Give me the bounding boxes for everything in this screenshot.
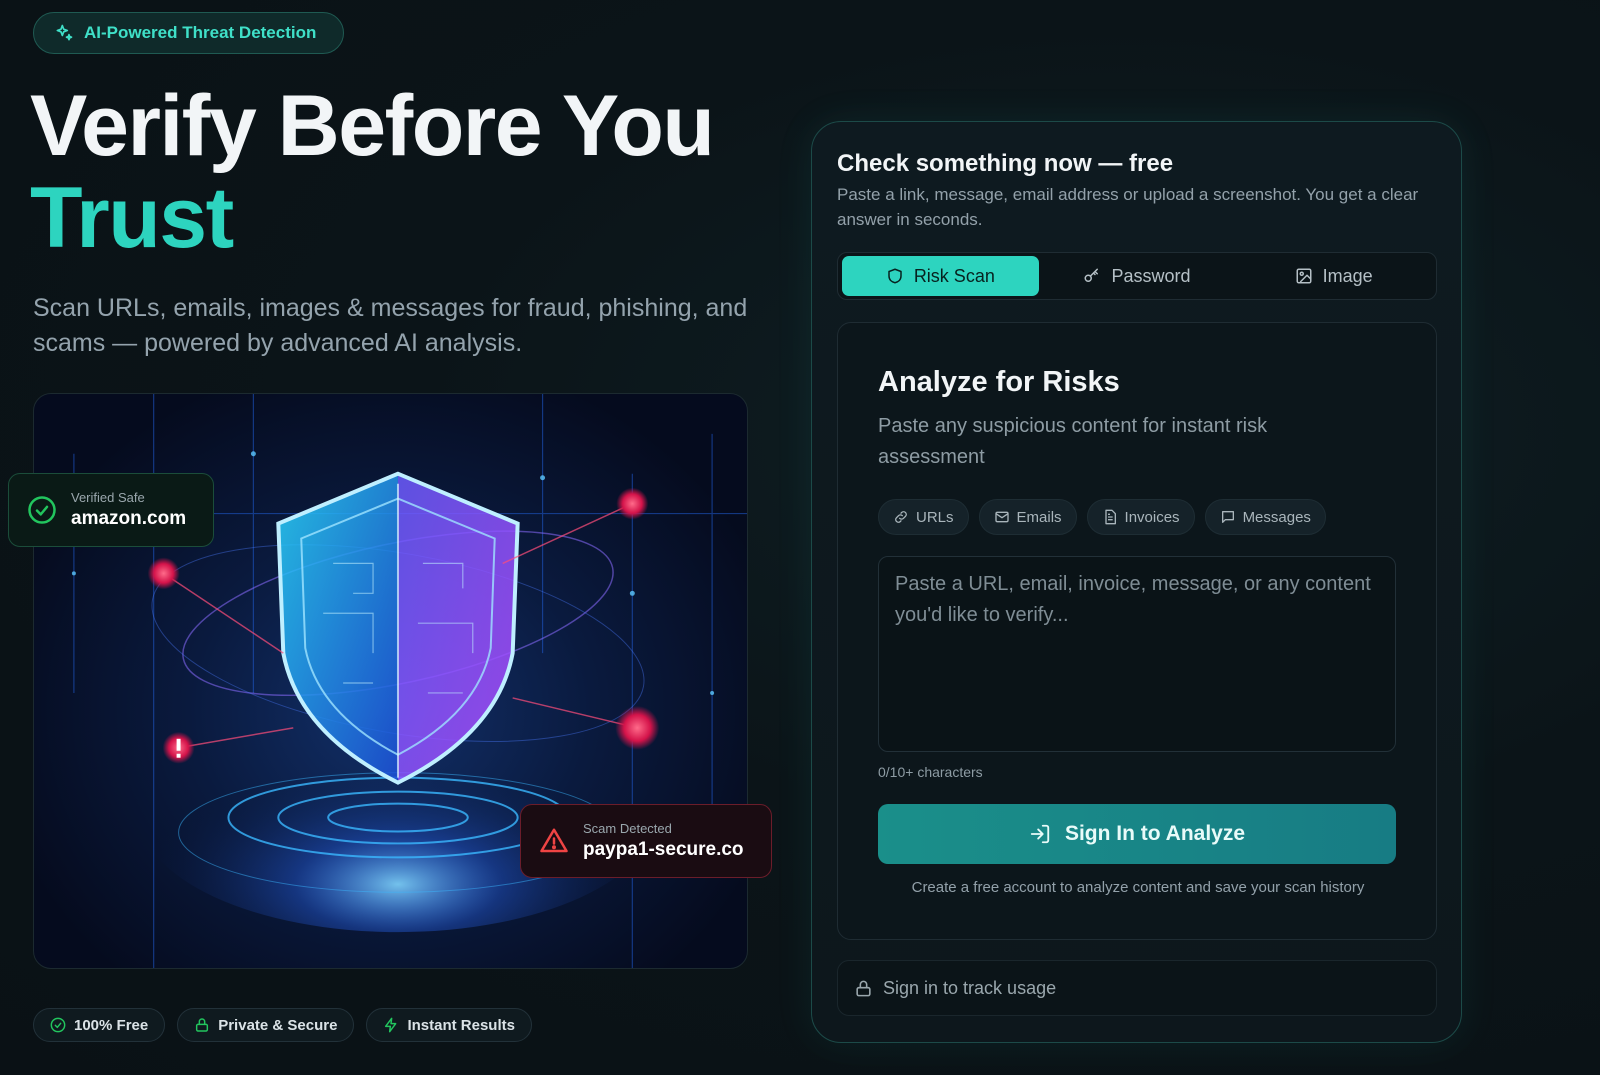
chip-invoices-label: Invoices: [1124, 508, 1180, 526]
check-circle-icon: [28, 496, 56, 524]
tab-image[interactable]: Image: [1235, 256, 1432, 296]
scam-detected-card: Scam Detected paypa1-secure.co: [520, 804, 772, 878]
chip-emails-label: Emails: [1016, 508, 1062, 526]
pill-free: 100% Free: [33, 1008, 166, 1042]
hero-title-accent: Trust: [30, 170, 234, 266]
pill-private: Private & Secure: [177, 1008, 355, 1042]
usage-label: Sign in to track usage: [883, 977, 1057, 998]
tab-password[interactable]: Password: [1039, 256, 1236, 296]
analyze-title: Analyze for Risks: [878, 366, 1120, 398]
lock-icon: [856, 980, 871, 996]
cta-note: Create a free account to analyze content…: [911, 879, 1365, 896]
pill-instant-label: Instant Results: [407, 1016, 515, 1034]
badge-label: AI-Powered Threat Detection: [84, 23, 317, 42]
link-icon: [895, 511, 907, 523]
sparkles-icon: [56, 24, 73, 41]
character-counter: 0/10+ characters: [878, 764, 983, 780]
content-type-chips: URLs Emails Invoices Messages: [878, 499, 1326, 535]
analyze-description: Paste any suspicious content for instant…: [878, 415, 1268, 468]
message-icon: [1221, 511, 1234, 523]
mail-icon: [994, 511, 1009, 523]
sign-in-to-analyze-button[interactable]: Sign In to Analyze: [878, 804, 1396, 864]
panel-description: Paste a link, message, email address or …: [837, 185, 1419, 229]
warning-triangle-icon: [540, 828, 568, 853]
pill-instant: Instant Results: [366, 1008, 532, 1042]
verified-safe-card: Verified Safe amazon.com: [8, 473, 214, 547]
chip-urls[interactable]: URLs: [878, 499, 969, 535]
document-icon: [1104, 509, 1116, 525]
safe-card-label: Verified Safe: [71, 490, 145, 505]
usage-tracker[interactable]: Sign in to track usage: [837, 960, 1437, 1016]
chip-urls-label: URLs: [916, 508, 954, 526]
pill-free-label: 100% Free: [74, 1016, 149, 1034]
chip-messages-label: Messages: [1242, 508, 1311, 526]
panel-title: Check something now — free: [837, 150, 1174, 177]
check-panel: Check something now — free Paste a link,…: [811, 121, 1462, 1043]
key-icon: [1084, 268, 1099, 282]
analyze-section: Analyze for Risks Paste any suspicious c…: [837, 322, 1437, 940]
hero-title: Verify Before You Trust: [30, 80, 790, 264]
chip-invoices[interactable]: Invoices: [1086, 499, 1195, 535]
chip-emails[interactable]: Emails: [978, 499, 1077, 535]
image-icon: [1296, 268, 1312, 284]
login-icon: [1030, 824, 1050, 844]
lightning-icon: [385, 1017, 397, 1033]
safe-card-domain: amazon.com: [71, 508, 187, 529]
scam-card-domain: paypa1-secure.co: [583, 839, 744, 860]
hero-title-line1: Verify Before You: [30, 78, 715, 174]
lock-icon: [196, 1018, 209, 1032]
trust-pills: 100% Free Private & Secure Instant Resul…: [33, 1008, 532, 1042]
tab-image-label: Image: [1322, 265, 1373, 286]
cta-label: Sign In to Analyze: [1064, 822, 1246, 845]
hero-subtitle: Scan URLs, emails, images & messages for…: [33, 294, 748, 357]
tab-risk-scan-label: Risk Scan: [913, 265, 995, 286]
mode-tabs: Risk Scan Password Image: [837, 252, 1437, 300]
chip-messages[interactable]: Messages: [1204, 499, 1326, 535]
content-input[interactable]: [878, 556, 1396, 752]
scam-card-label: Scam Detected: [583, 821, 672, 836]
tab-password-label: Password: [1111, 265, 1191, 286]
pill-private-label: Private & Secure: [218, 1016, 338, 1034]
tab-risk-scan[interactable]: Risk Scan: [842, 256, 1039, 296]
check-circle-icon: [50, 1017, 66, 1033]
shield-icon: [888, 268, 902, 284]
ai-badge: AI-Powered Threat Detection: [33, 12, 344, 54]
